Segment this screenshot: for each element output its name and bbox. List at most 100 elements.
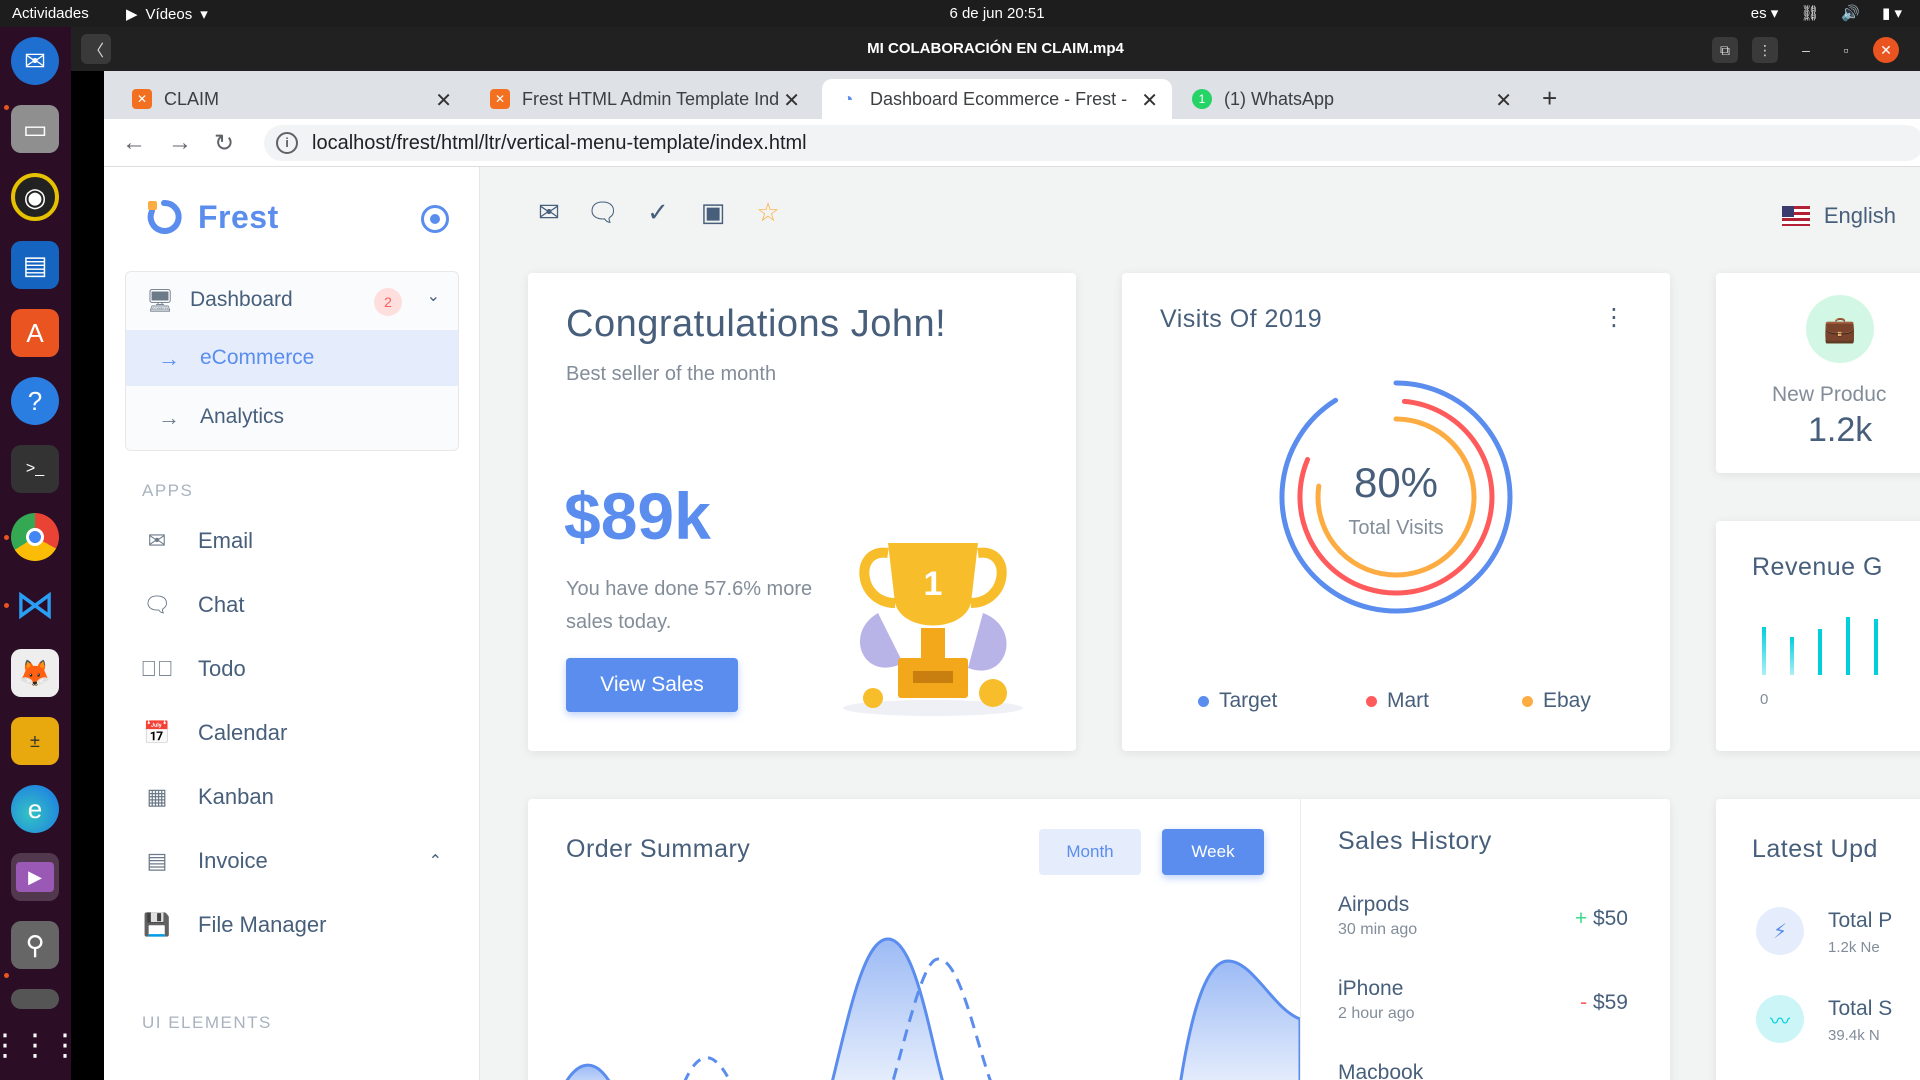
usb-icon[interactable]: ⚲ — [11, 921, 59, 969]
mail-icon[interactable]: ✉ — [534, 197, 564, 227]
check-circle-icon[interactable]: ✓ — [643, 197, 673, 227]
close-icon: ✕ — [1880, 41, 1892, 58]
tab-label: (1) WhatsApp — [1224, 88, 1335, 109]
legend-target: Target — [1198, 689, 1277, 713]
order-summary-chart — [565, 937, 1300, 1080]
dashboard-menu: 🖥 Dashboard 2 ⌄ → eCommerce → Analytics — [125, 271, 459, 451]
close-icon[interactable]: ✕ — [783, 88, 800, 113]
brand[interactable]: Frest — [144, 197, 279, 237]
visits-percent: 80% — [1353, 459, 1439, 506]
new-tab-button[interactable]: + — [1542, 83, 1557, 114]
notification-badge: 2 — [374, 288, 402, 316]
close-icon[interactable]: ✕ — [1495, 88, 1512, 113]
app-grid-icon[interactable]: ⋮⋮⋮ — [0, 1021, 80, 1069]
sidebar-item-label: Invoice — [198, 848, 268, 873]
legend-dot — [1366, 695, 1377, 707]
sidebar-item-calendar[interactable]: 📅 Calendar — [142, 713, 287, 753]
revenue-card: Revenue G 0 — [1716, 521, 1920, 751]
close-icon[interactable]: ✕ — [435, 88, 452, 113]
lightning-icon: ⚡ — [1756, 907, 1804, 955]
sidebar-item-invoice[interactable]: ▤ Invoice ⌃ — [142, 841, 442, 881]
view-sales-button[interactable]: View Sales — [566, 658, 738, 712]
rhythmbox-icon[interactable]: ◉ — [11, 173, 59, 221]
sidebar-item-label: Analytics — [200, 405, 285, 428]
sidebar-item-dashboard[interactable]: 🖥 Dashboard 2 ⌄ — [126, 272, 458, 328]
kebab-icon: ⋮ — [1758, 41, 1772, 58]
sidebar-item-ecommerce[interactable]: → eCommerce — [126, 330, 458, 386]
close-icon[interactable]: ✕ — [1141, 88, 1158, 113]
calendar-icon[interactable]: ▣ — [698, 197, 728, 227]
close-button[interactable]: ✕ — [1873, 37, 1899, 63]
order-summary-card: Order Summary Month Week Sales History A… — [528, 799, 1670, 1080]
star-icon[interactable]: ☆ — [753, 197, 783, 227]
sidebar-item-kanban[interactable]: ▦ Kanban — [142, 777, 274, 817]
tab-frest-template[interactable]: ✕ Frest HTML Admin Template Inde ✕ — [474, 79, 814, 119]
tab-label: Frest HTML Admin Template Inde — [522, 88, 778, 109]
latest-updates-card: Latest Upd ⚡ Total P 1.2k Ne 〰 Total S 3… — [1716, 799, 1920, 1080]
tab-claim[interactable]: ✕ CLAIM ✕ — [116, 79, 466, 119]
page-content: Frest 🖥 Dashboard 2 ⌄ → eCommerce → Anal… — [104, 167, 1920, 1080]
kebab-icon[interactable]: ⋮ — [1602, 303, 1626, 332]
series-area — [831, 937, 944, 1080]
help-icon[interactable]: ? — [11, 377, 59, 425]
revenue-bar — [1874, 619, 1878, 675]
card-title: Congratulations John! — [566, 303, 947, 345]
tab-whatsapp[interactable]: 1 (1) WhatsApp ✕ — [1176, 79, 1526, 119]
terminal-icon[interactable]: >_ — [11, 445, 59, 493]
language-dropdown[interactable]: English — [1781, 203, 1896, 229]
info-icon[interactable]: i — [276, 132, 298, 154]
software-icon[interactable]: A — [11, 309, 59, 357]
whatsapp-icon: 1 — [1192, 89, 1212, 109]
system-top-bar: Actividades ▶ Vídeos ▾ 6 de jun 20:51 es… — [0, 0, 1920, 27]
edge-icon[interactable]: e — [11, 785, 59, 833]
calculator-icon[interactable]: ± — [11, 717, 59, 765]
reload-icon[interactable]: ↻ — [214, 129, 234, 158]
tab-label: Dashboard Ecommerce - Frest - I — [870, 88, 1132, 109]
files-icon[interactable]: ▭ — [11, 105, 59, 153]
stat-label: New Produc — [1772, 383, 1887, 406]
sidebar-toggle-icon[interactable] — [421, 205, 449, 233]
update-title: Total S — [1828, 997, 1893, 1020]
writer-icon[interactable]: ▤ — [11, 241, 59, 289]
sidebar-item-chat[interactable]: 🗨 Chat — [142, 585, 244, 625]
chat-icon[interactable]: 🗨 — [587, 197, 620, 227]
sidebar-item-todo[interactable]: ✓⃝ Todo — [141, 649, 246, 689]
videos-icon[interactable]: ▶ — [11, 853, 59, 901]
month-button[interactable]: Month — [1039, 829, 1141, 875]
system-tray[interactable]: es ▾ ⛓ 🔊 ▮ ▾ — [1751, 4, 1902, 22]
trash-icon[interactable] — [11, 989, 59, 1009]
sidebar-item-file-manager[interactable]: 💾 File Manager — [142, 905, 326, 945]
xampp-icon: ✕ — [132, 89, 152, 109]
browser-frame: ✕ CLAIM ✕ ✕ Frest HTML Admin Template In… — [104, 71, 1920, 1080]
svg-text:1: 1 — [924, 565, 943, 603]
vscode-icon[interactable]: ⋈ — [11, 581, 59, 629]
clock[interactable]: 6 de jun 20:51 — [0, 5, 1920, 22]
fullscreen-button[interactable]: ⧉ — [1712, 37, 1738, 63]
legend-label: Target — [1219, 689, 1278, 712]
gimp-icon[interactable]: 🦊 — [11, 649, 59, 697]
menu-button[interactable]: ⋮ — [1752, 37, 1778, 63]
restore-button[interactable]: ▫ — [1833, 37, 1859, 63]
sidebar-item-email[interactable]: ✉ Email — [142, 521, 253, 561]
keyboard-lang[interactable]: es ▾ — [1751, 4, 1779, 22]
mail-icon: ✉ — [147, 528, 167, 553]
minimize-button[interactable]: – — [1793, 37, 1819, 63]
card-title: Visits Of 2019 — [1160, 305, 1323, 333]
url-text: localhost/frest/html/ltr/vertical-menu-t… — [312, 132, 807, 154]
revenue-bar — [1846, 617, 1850, 675]
week-button[interactable]: Week — [1162, 829, 1264, 875]
product-time: 2 hour ago — [1338, 1005, 1415, 1022]
tab-label: CLAIM — [164, 88, 220, 109]
tab-strip: ✕ CLAIM ✕ ✕ Frest HTML Admin Template In… — [104, 71, 1920, 119]
forward-arrow-icon[interactable]: → — [168, 129, 192, 157]
chrome-icon[interactable] — [11, 513, 59, 561]
divider — [1300, 799, 1301, 1080]
visits-label: Total Visits — [1348, 517, 1444, 539]
back-arrow-icon[interactable]: ← — [122, 129, 146, 157]
thunderbird-icon[interactable]: ✉ — [11, 37, 59, 85]
tab-dashboard-ecommerce[interactable]: ◔ Dashboard Ecommerce - Frest - I ✕ — [822, 79, 1172, 119]
url-field[interactable]: i localhost/frest/html/ltr/vertical-menu… — [264, 125, 1920, 161]
product-name: iPhone — [1338, 977, 1404, 1000]
sidebar-item-analytics[interactable]: → Analytics — [126, 389, 458, 445]
amount-value: $50 — [1592, 907, 1628, 930]
